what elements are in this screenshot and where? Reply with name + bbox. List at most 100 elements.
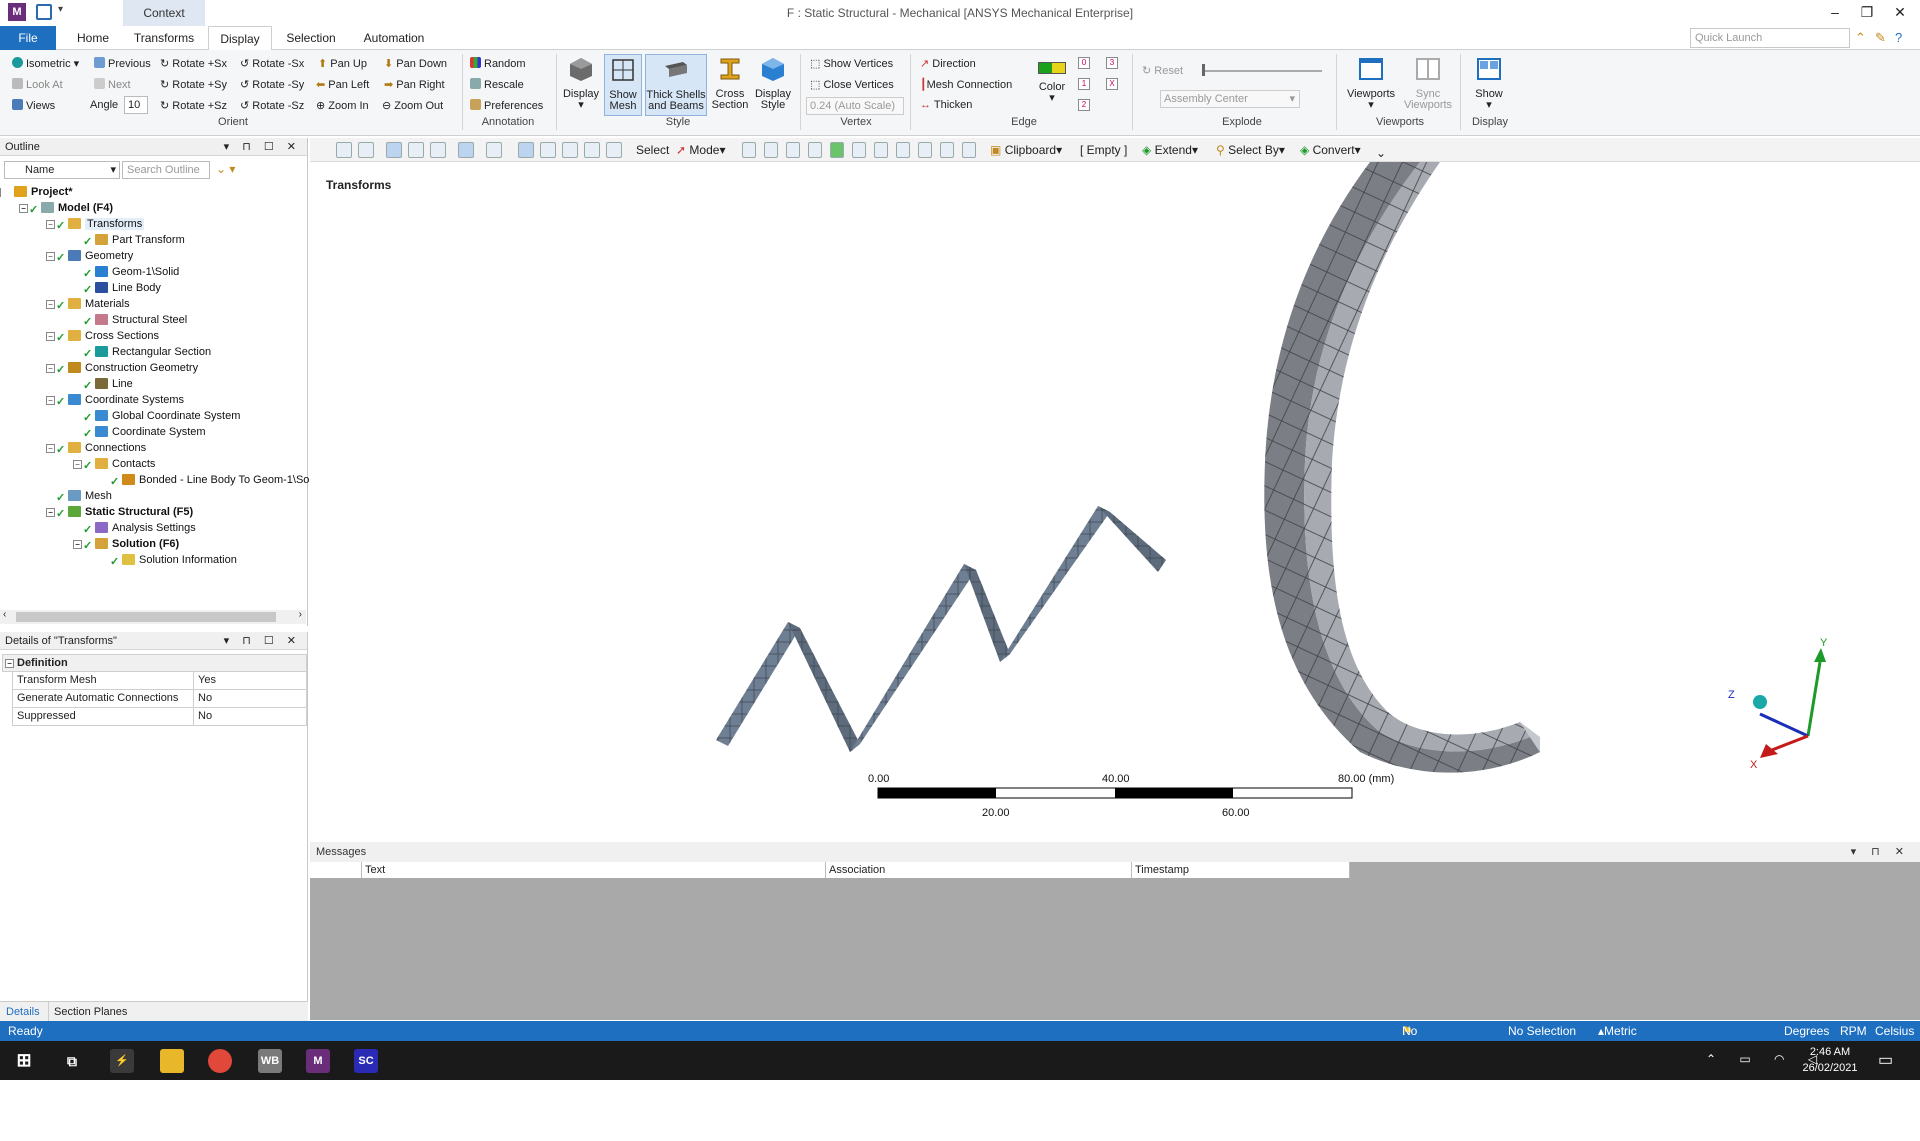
details-section-definition[interactable]: − Definition	[2, 654, 307, 672]
select-button[interactable]: Select	[636, 143, 669, 157]
status-units[interactable]: ▴ Metric (mm, kg, N, s, mV, mA)	[1598, 1021, 1637, 1138]
tree-item[interactable]: ✓ Line Body	[83, 280, 161, 296]
select-mode-dropdown[interactable]: ➚ Mode▾	[676, 143, 725, 157]
scroll-left-icon[interactable]: ‹	[3, 609, 6, 620]
tree-item[interactable]: ✓ Part Transform	[83, 232, 185, 248]
model-view[interactable]: 0.00 40.00 80.00 (mm) 20.00 60.00 Y Z X	[310, 162, 1920, 842]
tree-item[interactable]: ✓ Solution Information	[110, 552, 237, 568]
body-select-icon[interactable]	[408, 142, 424, 158]
taskbar-clock[interactable]: 2:46 AM 26/02/2021	[1790, 1044, 1870, 1076]
graphics-viewport[interactable]: Transforms 0.00 40.00 80.00 (mm) 20.00 6…	[310, 162, 1920, 842]
rotate-minus-sy-button[interactable]: ↺ Rotate -Sy	[240, 78, 304, 91]
tree-item[interactable]: ✓ Line	[83, 376, 133, 392]
maximize-button[interactable]: ❐	[1857, 4, 1877, 21]
edge-color-button[interactable]: Color ▾	[1034, 62, 1070, 104]
windows-start-icon[interactable]: ⊞	[12, 1049, 36, 1073]
annotation-select-icon[interactable]	[962, 142, 976, 158]
solid-body[interactable]	[1264, 162, 1540, 773]
explode-slider-handle[interactable]	[1202, 64, 1205, 76]
column-text[interactable]: Text	[362, 862, 826, 878]
explode-slider-track[interactable]	[1202, 70, 1322, 72]
status-selection[interactable]: No Selection	[1508, 1021, 1576, 1041]
tree-item[interactable]: − ✓ Coordinate Systems	[46, 392, 184, 408]
collapse-icon[interactable]: −	[19, 204, 28, 213]
isometric-button[interactable]: Isometric ▾	[12, 57, 79, 70]
random-button[interactable]: Random	[470, 57, 526, 70]
label-select-icon[interactable]	[940, 142, 954, 158]
show-display-button[interactable]: Show ▾	[1464, 56, 1514, 111]
tree-item[interactable]: − ✓ Static Structural (F5)	[46, 504, 193, 520]
tree-item[interactable]: − ✓ Contacts	[73, 456, 155, 472]
tree-item[interactable]: ✓ Rectangular Section	[83, 344, 211, 360]
box-select-icon[interactable]	[458, 142, 474, 158]
quick-launch-input[interactable]: Quick Launch	[1690, 28, 1850, 48]
rotate-plus-sx-button[interactable]: ↻ Rotate +Sx	[160, 57, 227, 70]
collapse-icon[interactable]: −	[46, 300, 55, 309]
close-button[interactable]: ✕	[1890, 4, 1910, 21]
tree-item[interactable]: − ✓ Model (F4)	[19, 200, 113, 216]
collapse-icon[interactable]: −	[46, 508, 55, 517]
convert-dropdown[interactable]: ◈ Convert▾	[1300, 143, 1361, 157]
axis-triad[interactable]: Y Z X	[1728, 637, 1828, 771]
task-view-icon[interactable]: ⧉	[60, 1049, 84, 1073]
pan-left-button[interactable]: ⬅ Pan Left	[316, 78, 369, 91]
tree-item[interactable]: − ✓ Connections	[46, 440, 146, 456]
collapse-icon[interactable]: −	[46, 220, 55, 229]
zoom-out-button[interactable]: ⊖ Zoom Out	[382, 99, 443, 112]
rotate-minus-sx-button[interactable]: ↺ Rotate -Sx	[240, 57, 304, 70]
tree-item[interactable]: − ✓ Construction Geometry	[46, 360, 198, 376]
panel-controls-icon[interactable]: ▾ ⊓ ✕	[1851, 842, 1910, 862]
tab-automation[interactable]: Automation	[356, 26, 432, 50]
reset-explode-button[interactable]: ↻ Reset	[1142, 64, 1183, 77]
collapse-icon[interactable]: −	[46, 252, 55, 261]
mechanical-taskbar-icon[interactable]: M	[306, 1049, 330, 1073]
element-face-icon[interactable]	[852, 142, 866, 158]
element-select-icon[interactable]	[874, 142, 888, 158]
selection-filter-icon[interactable]	[918, 142, 932, 158]
edge-select-icon[interactable]	[764, 142, 778, 158]
toolbar-overflow-icon[interactable]: ⌄	[1376, 146, 1386, 160]
thicken-button[interactable]: ↔ Thicken	[920, 99, 972, 111]
edge-option-0-icon[interactable]: 0	[1078, 57, 1090, 69]
file-explorer-icon[interactable]	[160, 1049, 184, 1073]
zoom-to-fit-icon[interactable]	[562, 142, 578, 158]
viewports-button[interactable]: Viewports ▾	[1342, 56, 1400, 111]
edge-option-3-icon[interactable]: 3	[1106, 57, 1118, 69]
edge-option-1-icon[interactable]: 1	[1078, 78, 1090, 90]
line-body-beam[interactable]	[716, 506, 1166, 752]
collapse-icon[interactable]: −	[73, 460, 82, 469]
face-select-mode-icon[interactable]	[786, 142, 800, 158]
minimize-button[interactable]: –	[1825, 4, 1845, 20]
rescale-button[interactable]: Rescale	[470, 78, 524, 91]
rotate-minus-sz-button[interactable]: ↺ Rotate -Sz	[240, 99, 304, 112]
views-button[interactable]: Views	[12, 99, 55, 112]
outline-horizontal-scrollbar[interactable]: ‹ ›	[0, 609, 306, 624]
look-at-button[interactable]: Look At	[12, 78, 63, 91]
column-association[interactable]: Association	[826, 862, 1132, 878]
rotate-plus-sy-button[interactable]: ↻ Rotate +Sy	[160, 78, 227, 91]
details-row[interactable]: Suppressed No	[12, 708, 307, 726]
close-vertices-button[interactable]: ⬚ Close Vertices	[810, 78, 894, 91]
zoom-box-icon[interactable]	[358, 142, 374, 158]
multi-body-icon[interactable]	[430, 142, 446, 158]
collapse-icon[interactable]: −	[46, 332, 55, 341]
outline-filter-select[interactable]: Name ▾	[4, 161, 120, 179]
collapse-icon[interactable]: −	[73, 540, 82, 549]
pan-view-icon[interactable]	[518, 142, 534, 158]
tab-file[interactable]: File	[0, 26, 56, 50]
vertex-select-icon[interactable]	[742, 142, 756, 158]
mesh-connection-button[interactable]: ┃Mesh Connection	[920, 78, 1012, 91]
show-mesh-button[interactable]: Show Mesh	[604, 54, 642, 116]
status-temperature[interactable]: Celsius	[1875, 1021, 1914, 1041]
quick-access-dropdown-icon[interactable]: ▾	[58, 4, 63, 15]
save-icon[interactable]	[36, 4, 52, 20]
collapse-icon[interactable]: −	[5, 659, 14, 668]
tab-selection[interactable]: Selection	[282, 26, 340, 50]
clipboard-dropdown[interactable]: ▣ Clipboard▾	[990, 143, 1062, 157]
collapse-icon[interactable]: −	[46, 396, 55, 405]
thick-shells-beams-button[interactable]: Thick Shells and Beams	[645, 54, 707, 116]
ansys-taskbar-icon[interactable]: ⚡	[110, 1049, 134, 1073]
preferences-button[interactable]: Preferences	[470, 99, 543, 112]
tree-item[interactable]: ✓ Mesh	[56, 488, 112, 504]
mechanical-app-icon[interactable]: M	[8, 3, 26, 21]
